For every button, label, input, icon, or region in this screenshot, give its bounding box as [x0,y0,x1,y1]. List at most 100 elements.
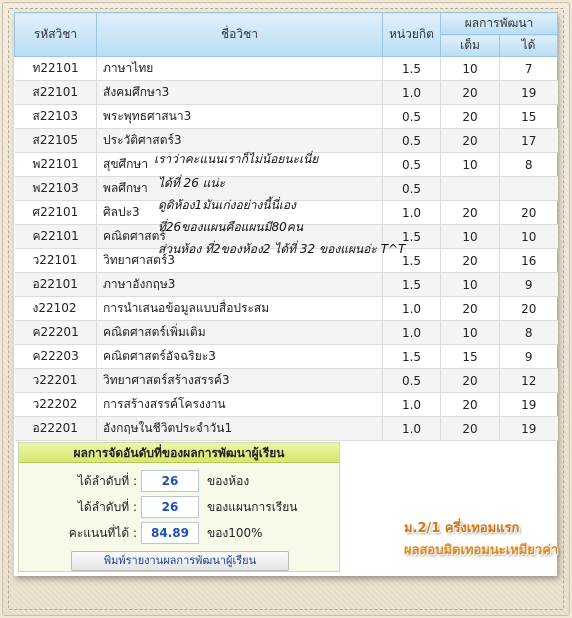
table-row: อ22101 ภาษาอังกฤษ3 1.5 10 9 [14,272,558,297]
class-rank-unit: ของห้อง [207,474,250,488]
cell-full-score: 10 [440,320,500,345]
cell-subject-code: ค22203 [14,344,97,369]
caption-line-1: ม.2/1 ครึ่งเทอมแรก [404,521,520,536]
cell-subject-name: ศิลปะ3 [96,200,383,225]
cell-subject-code: ว22202 [14,392,97,417]
cell-score-got: 10 [499,224,558,249]
score-row: คะแนนที่ได้ : 84.89 ของ100% [19,522,339,544]
class-rank-value: 26 [141,470,199,492]
cell-credit: 1.0 [382,200,441,225]
table-row: ค22203 คณิตศาสตร์อัจฉริยะ3 1.5 15 9 [14,344,558,369]
cell-subject-name: พลศึกษา [96,176,383,201]
table-row: ค22201 คณิตศาสตร์เพิ่มเติม 1.0 10 8 [14,320,558,345]
caption-line-2: ผลสอบมิดเทอมนะเหมียวค่า [404,543,559,558]
cell-full-score: 20 [440,296,500,321]
table-row: ว22201 วิทยาศาสตร์สร้างสรรค์3 0.5 20 12 [14,368,558,393]
report-panel: รหัสวิชา ชื่อวิชา หน่วยกิต ผลการพัฒนา เต… [14,12,558,576]
cell-subject-name: สังคมศึกษา3 [96,80,383,105]
cell-credit: 0.5 [382,128,441,153]
table-row: ท22101 ภาษาไทย 1.5 10 7 [14,56,558,81]
cell-score-got: 20 [499,200,558,225]
cell-subject-code: ว22101 [14,248,97,273]
cell-subject-code: ศ22101 [14,200,97,225]
cell-full-score: 20 [440,200,500,225]
ranking-box: ผลการจัดอันดับที่ของผลการพัฒนาผู้เรียน ไ… [18,442,340,572]
score-label: คะแนนที่ได้ : [68,526,137,540]
cell-score-got: 9 [499,272,558,297]
header-credit: หน่วยกิต [382,12,441,57]
score-value: 84.89 [141,522,199,544]
score-unit: ของ100% [207,526,263,540]
cell-score-got: 8 [499,320,558,345]
cell-subject-code: ส22101 [14,80,97,105]
table-row: ว22202 การสร้างสรรค์โครงงาน 1.0 20 19 [14,392,558,417]
table-row: อ22201 อังกฤษในชีวิตประจำวัน1 1.0 20 19 [14,416,558,441]
header-score-got: ได้ [499,34,558,57]
cell-credit: 1.5 [382,224,441,249]
cell-full-score: 20 [440,416,500,441]
print-report-button[interactable]: พิมพ์รายงานผลการพัฒนาผู้เรียน [71,551,289,571]
cell-score-got: 16 [499,248,558,273]
cell-subject-code: ค22101 [14,224,97,249]
cell-subject-name: การสร้างสรรค์โครงงาน [96,392,383,417]
header-development-result: ผลการพัฒนา [440,12,558,35]
cell-credit: 1.0 [382,320,441,345]
cell-subject-name: คณิตศาสตร์ [96,224,383,249]
cell-credit: 1.0 [382,296,441,321]
plan-rank-label: ได้ลำดับที่ : [77,500,137,514]
cell-full-score: 20 [440,392,500,417]
cell-subject-code: ค22201 [14,320,97,345]
cell-credit: 1.5 [382,56,441,81]
ranking-title: ผลการจัดอันดับที่ของผลการพัฒนาผู้เรียน [19,443,339,463]
cell-credit: 0.5 [382,176,441,201]
plan-rank-value: 26 [141,496,199,518]
cell-score-got: 20 [499,296,558,321]
cell-subject-code: ง22102 [14,296,97,321]
cell-subject-name: การนำเสนอข้อมูลแบบสื่อประสม [96,296,383,321]
cell-score-got: 19 [499,392,558,417]
header-code: รหัสวิชา [14,12,97,57]
cell-credit: 1.5 [382,248,441,273]
cell-full-score: 20 [440,368,500,393]
cell-subject-name: ประวัติศาสตร์3 [96,128,383,153]
cell-subject-name: คณิตศาสตร์อัจฉริยะ3 [96,344,383,369]
cell-subject-code: ส22103 [14,104,97,129]
cell-credit: 1.0 [382,416,441,441]
cell-subject-code: อ22101 [14,272,97,297]
cell-full-score: 15 [440,344,500,369]
cell-subject-name: ภาษาไทย [96,56,383,81]
plan-rank-unit: ของแผนการเรียน [207,500,298,514]
cell-subject-code: ท22101 [14,56,97,81]
cell-credit: 1.5 [382,344,441,369]
cell-credit: 0.5 [382,152,441,177]
header-full-score: เต็ม [440,34,500,57]
table-row: ส22101 สังคมศึกษา3 1.0 20 19 [14,80,558,105]
class-rank-row: ได้ลำดับที่ : 26 ของห้อง [19,470,339,492]
cell-subject-name: วิทยาศาสตร์สร้างสรรค์3 [96,368,383,393]
cell-full-score: 10 [440,272,500,297]
cell-full-score: 20 [440,128,500,153]
table-row: ส22103 พระพุทธศาสนา3 0.5 20 15 [14,104,558,129]
cell-subject-name: วิทยาศาสตร์3 [96,248,383,273]
cell-subject-code: พ22101 [14,152,97,177]
cell-credit: 1.0 [382,392,441,417]
cell-score-got: 17 [499,128,558,153]
cell-subject-name: คณิตศาสตร์เพิ่มเติม [96,320,383,345]
cell-credit: 0.5 [382,104,441,129]
cell-subject-code: อ22201 [14,416,97,441]
cell-subject-name: อังกฤษในชีวิตประจำวัน1 [96,416,383,441]
table-row: ศ22101 ศิลปะ3 1.0 20 20 [14,200,558,225]
caption-sticker: ม.2/1 ครึ่งเทอมแรก ผลสอบมิดเทอมนะเหมียวค… [404,518,558,562]
grades-table-body: ท22101 ภาษาไทย 1.5 10 7 ส22101 สังคมศึกษา3 1.0 2… [14,56,558,441]
cell-subject-code: ว22201 [14,368,97,393]
grades-table: รหัสวิชา ชื่อวิชา หน่วยกิต ผลการพัฒนา เต… [14,12,558,441]
table-row: ง22102 การนำเสนอข้อมูลแบบสื่อประสม 1.0 20 20 [14,296,558,321]
table-row: พ22101 สุขศึกษา 0.5 10 8 [14,152,558,177]
cell-score-got: 7 [499,56,558,81]
cell-credit: 0.5 [382,368,441,393]
cell-score-got: 8 [499,152,558,177]
cell-full-score: 10 [440,56,500,81]
table-row: พ22103 พลศึกษา 0.5 [14,176,558,201]
cell-score-got: 19 [499,80,558,105]
table-row: ค22101 คณิตศาสตร์ 1.5 10 10 [14,224,558,249]
